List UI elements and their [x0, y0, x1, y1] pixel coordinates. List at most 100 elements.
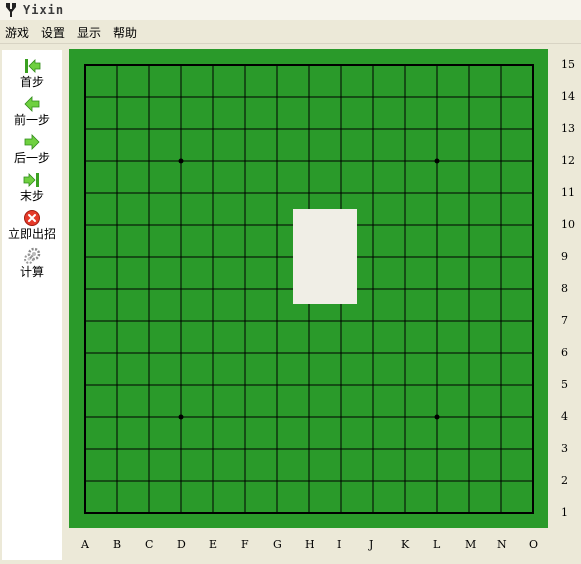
board-point-E13[interactable]: [197, 113, 229, 145]
board-point-H14[interactable]: [293, 81, 325, 113]
board-point-M10[interactable]: [453, 209, 485, 241]
board-point-J5[interactable]: [357, 369, 389, 401]
board-point-C14[interactable]: [133, 81, 165, 113]
board-point-B2[interactable]: [101, 465, 133, 497]
board-point-E2[interactable]: [197, 465, 229, 497]
board-point-L13[interactable]: [421, 113, 453, 145]
board-point-M6[interactable]: [453, 337, 485, 369]
board-point-G2[interactable]: [261, 465, 293, 497]
board-point-N13[interactable]: [485, 113, 517, 145]
board-point-I7[interactable]: [325, 305, 357, 337]
board-point-M9[interactable]: [453, 241, 485, 273]
board-point-J10[interactable]: [357, 209, 389, 241]
board-point-J14[interactable]: [357, 81, 389, 113]
board-point-F15[interactable]: [229, 49, 261, 81]
board-point-O6[interactable]: [517, 337, 549, 369]
board-point-J7[interactable]: [357, 305, 389, 337]
next-move-button[interactable]: 后一步: [2, 130, 62, 168]
board-point-M3[interactable]: [453, 433, 485, 465]
board-point-C3[interactable]: [133, 433, 165, 465]
board-point-F5[interactable]: [229, 369, 261, 401]
board-point-L10[interactable]: [421, 209, 453, 241]
board-point-H10[interactable]: [293, 209, 325, 241]
board-point-D14[interactable]: [165, 81, 197, 113]
board-point-I12[interactable]: [325, 145, 357, 177]
board-point-H4[interactable]: [293, 401, 325, 433]
board-point-M14[interactable]: [453, 81, 485, 113]
board-point-M2[interactable]: [453, 465, 485, 497]
board-point-I5[interactable]: [325, 369, 357, 401]
board-point-O1[interactable]: [517, 497, 549, 529]
board-point-C11[interactable]: [133, 177, 165, 209]
board-point-O11[interactable]: [517, 177, 549, 209]
board-point-G8[interactable]: [261, 273, 293, 305]
board-point-D1[interactable]: [165, 497, 197, 529]
board-point-B14[interactable]: [101, 81, 133, 113]
board-point-E10[interactable]: [197, 209, 229, 241]
board-point-G4[interactable]: [261, 401, 293, 433]
board-point-D8[interactable]: [165, 273, 197, 305]
board-point-K8[interactable]: [389, 273, 421, 305]
board-point-A15[interactable]: [69, 49, 101, 81]
board-point-M12[interactable]: [453, 145, 485, 177]
board-point-O10[interactable]: [517, 209, 549, 241]
board-point-N15[interactable]: [485, 49, 517, 81]
board-point-B3[interactable]: [101, 433, 133, 465]
board-point-A13[interactable]: [69, 113, 101, 145]
board-point-N8[interactable]: [485, 273, 517, 305]
board-point-H6[interactable]: [293, 337, 325, 369]
board-point-G3[interactable]: [261, 433, 293, 465]
board-intersections[interactable]: [69, 49, 549, 529]
board-point-C15[interactable]: [133, 49, 165, 81]
board-point-J4[interactable]: [357, 401, 389, 433]
board-point-L3[interactable]: [421, 433, 453, 465]
board-point-C1[interactable]: [133, 497, 165, 529]
board-point-E12[interactable]: [197, 145, 229, 177]
board-point-M4[interactable]: [453, 401, 485, 433]
board-point-G1[interactable]: [261, 497, 293, 529]
board-point-L8[interactable]: [421, 273, 453, 305]
board-point-E8[interactable]: [197, 273, 229, 305]
board-point-H2[interactable]: [293, 465, 325, 497]
board-point-K10[interactable]: [389, 209, 421, 241]
board-point-B1[interactable]: [101, 497, 133, 529]
board-point-N2[interactable]: [485, 465, 517, 497]
board-point-G15[interactable]: [261, 49, 293, 81]
board-point-A7[interactable]: [69, 305, 101, 337]
board-point-H7[interactable]: [293, 305, 325, 337]
board-point-J11[interactable]: [357, 177, 389, 209]
board-point-N5[interactable]: [485, 369, 517, 401]
board-point-D11[interactable]: [165, 177, 197, 209]
board-point-C8[interactable]: [133, 273, 165, 305]
board-point-O9[interactable]: [517, 241, 549, 273]
board-point-L4[interactable]: [421, 401, 453, 433]
board-point-C10[interactable]: [133, 209, 165, 241]
board-point-F6[interactable]: [229, 337, 261, 369]
board-point-A14[interactable]: [69, 81, 101, 113]
board-point-A12[interactable]: [69, 145, 101, 177]
board-point-A4[interactable]: [69, 401, 101, 433]
board-point-L2[interactable]: [421, 465, 453, 497]
board-point-M13[interactable]: [453, 113, 485, 145]
board-point-A5[interactable]: [69, 369, 101, 401]
board-point-E14[interactable]: [197, 81, 229, 113]
board-point-D6[interactable]: [165, 337, 197, 369]
board-point-H12[interactable]: [293, 145, 325, 177]
board-point-I10[interactable]: [325, 209, 357, 241]
board-point-I11[interactable]: [325, 177, 357, 209]
board-point-B12[interactable]: [101, 145, 133, 177]
board-point-M5[interactable]: [453, 369, 485, 401]
board-point-E4[interactable]: [197, 401, 229, 433]
board-point-I3[interactable]: [325, 433, 357, 465]
board-point-F8[interactable]: [229, 273, 261, 305]
board-point-H13[interactable]: [293, 113, 325, 145]
menu-help[interactable]: 帮助: [107, 23, 143, 43]
board-point-I15[interactable]: [325, 49, 357, 81]
board-point-F10[interactable]: [229, 209, 261, 241]
board-point-E3[interactable]: [197, 433, 229, 465]
board-point-N6[interactable]: [485, 337, 517, 369]
board-point-B5[interactable]: [101, 369, 133, 401]
board-point-F4[interactable]: [229, 401, 261, 433]
board-point-E1[interactable]: [197, 497, 229, 529]
board-point-N12[interactable]: [485, 145, 517, 177]
